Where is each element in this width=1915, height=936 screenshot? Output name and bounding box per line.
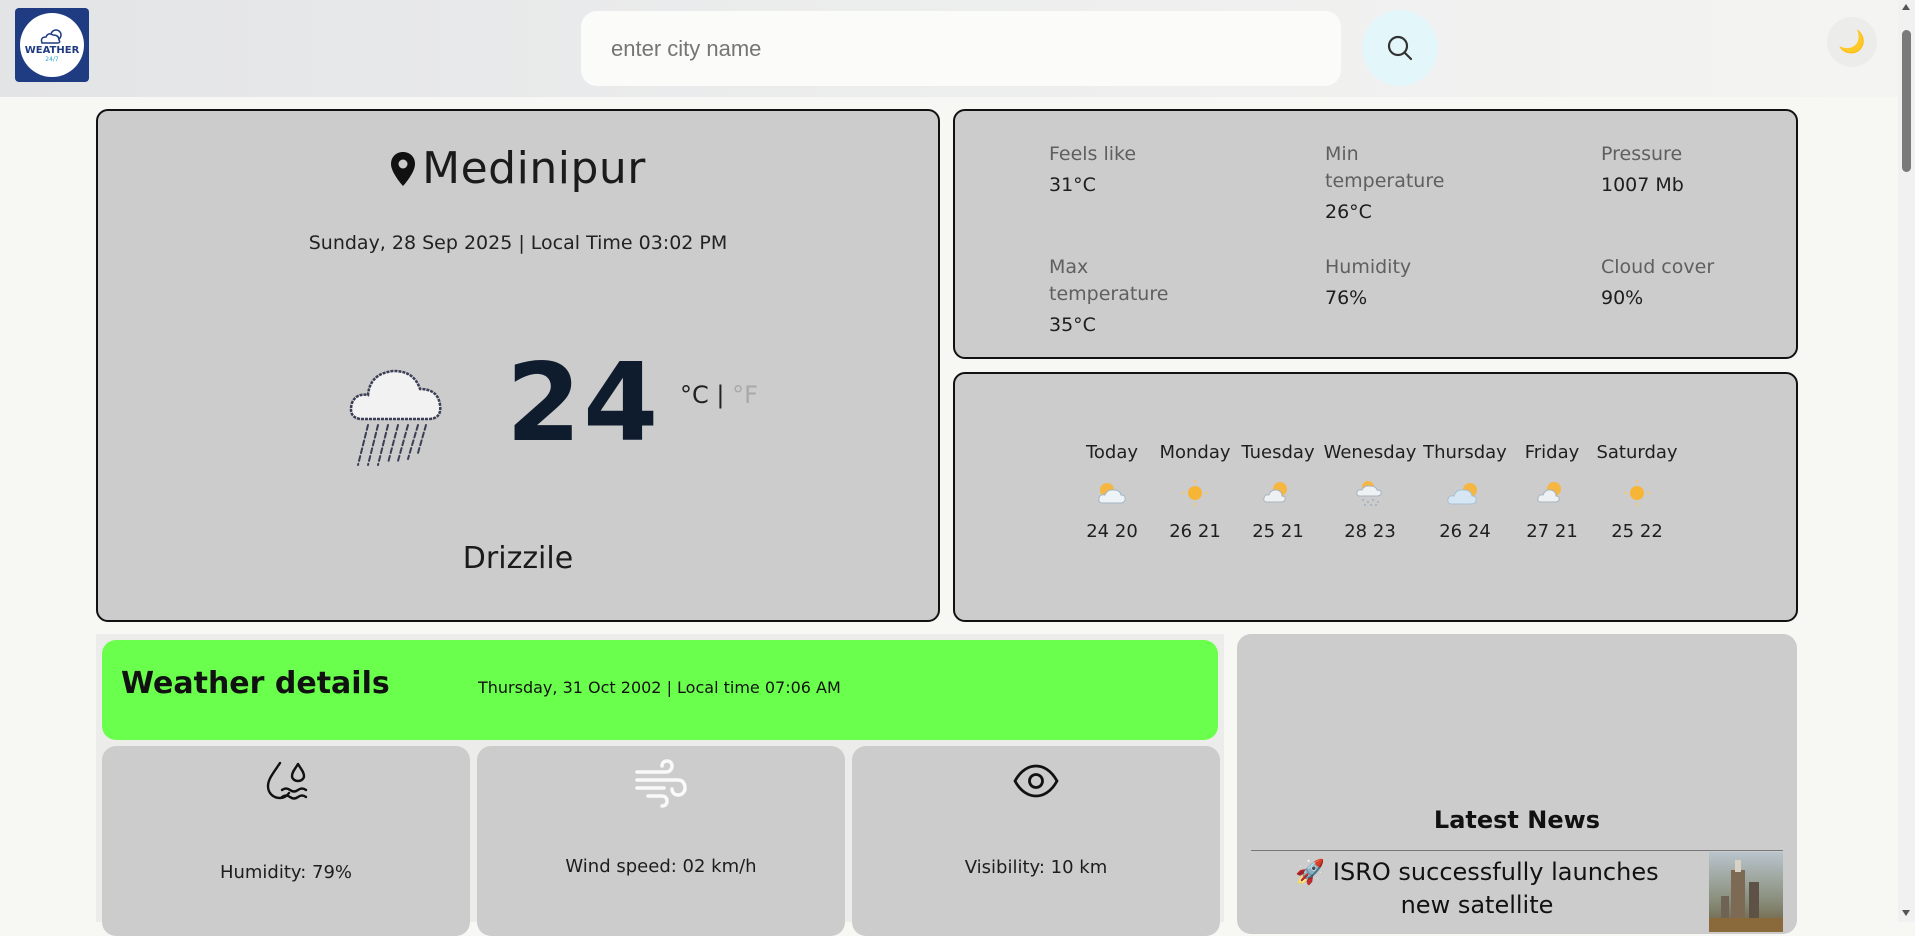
forecast-temps: 28 23 <box>1344 521 1396 542</box>
top-bar: WEATHER 24/7 🌙 <box>0 0 1898 97</box>
weather-details-header: Weather details Thursday, 31 Oct 2002 | … <box>102 640 1218 740</box>
eye-icon <box>852 764 1220 798</box>
stat-max-temperature: Max temperature 35°C <box>1049 254 1179 336</box>
search-button[interactable] <box>1362 10 1438 86</box>
forecast-day-name: Tuesday <box>1241 442 1315 463</box>
scroll-down-arrow-icon[interactable] <box>1902 910 1910 916</box>
weather-details-date: Thursday, 31 Oct 2002 | Local time 07:06… <box>478 678 841 697</box>
forecast-temps: 26 24 <box>1439 521 1491 542</box>
forecast-day: Thursday 26 24 <box>1415 442 1515 542</box>
visibility-detail-card: Visibility: 10 km <box>852 746 1220 936</box>
forecast-day-name: Thursday <box>1423 442 1507 463</box>
unit-celsius[interactable]: °C <box>680 381 709 409</box>
news-divider <box>1251 850 1783 851</box>
stat-value: 1007 Mb <box>1601 174 1684 196</box>
humidity-detail-text: Humidity: 79% <box>219 862 353 883</box>
cloud-rain-icon <box>346 359 456 478</box>
stat-label: Pressure <box>1601 143 1683 165</box>
search-icon <box>1387 35 1413 61</box>
theme-toggle-button[interactable]: 🌙 <box>1827 17 1877 67</box>
logo-badge: WEATHER 24/7 <box>20 13 84 77</box>
news-thumbnail[interactable] <box>1709 852 1783 932</box>
location-pin-icon <box>391 151 416 186</box>
wind-icon <box>477 758 845 808</box>
humidity-drop-icon <box>102 758 470 806</box>
current-date-time: Sunday, 28 Sep 2025 | Local Time 03:02 P… <box>308 232 728 254</box>
visibility-detail-text: Visibility: 10 km <box>964 857 1108 878</box>
weather-condition: Drizzile <box>462 541 574 576</box>
forecast-day-name: Wenesday <box>1323 442 1417 463</box>
stat-feels-like: Feels like 31°C <box>1049 141 1179 196</box>
weather-details-title: Weather details <box>121 666 390 701</box>
stat-value: 31°C <box>1049 174 1096 196</box>
logo-text: WEATHER <box>24 44 80 56</box>
weather-details-section: Weather details Thursday, 31 Oct 2002 | … <box>96 634 1224 936</box>
news-item[interactable]: 🚀 ISRO successfully launches new satelli… <box>1267 856 1687 922</box>
scrollbar-thumb[interactable] <box>1902 30 1911 172</box>
latest-news-card: Latest News 🚀 ISRO successfully launches… <box>1237 634 1797 934</box>
latest-news-title: Latest News <box>1433 806 1601 834</box>
stat-value: 76% <box>1325 287 1368 309</box>
rocket-icon: 🚀 <box>1295 858 1326 886</box>
snow-cloud-icon <box>1320 477 1420 509</box>
city-row: Medinipur <box>98 143 938 194</box>
humidity-detail-card: Humidity: 79% <box>102 746 470 936</box>
forecast-day-name: Saturday <box>1596 442 1678 463</box>
stat-label: Max temperature <box>1049 256 1169 305</box>
city-name: Medinipur <box>422 143 646 194</box>
cloud-sun-icon <box>1415 477 1515 509</box>
news-headline: ISRO successfully launches new satellite <box>1332 858 1659 919</box>
stat-value: 26°C <box>1325 201 1372 223</box>
stat-humidity: Humidity 76% <box>1325 254 1455 309</box>
forecast-day: Wenesday 28 23 <box>1320 442 1420 542</box>
stat-label: Feels like <box>1049 143 1137 165</box>
city-search-input[interactable] <box>581 11 1341 86</box>
logo-cloud-icon <box>40 28 62 44</box>
unit-fahrenheit[interactable]: °F <box>732 381 758 409</box>
app-logo[interactable]: WEATHER 24/7 <box>15 8 89 82</box>
current-weather-card: Medinipur Sunday, 28 Sep 2025 | Local Ti… <box>96 109 940 622</box>
unit-switch: °C | °F <box>680 381 758 409</box>
stat-pressure: Pressure 1007 Mb <box>1601 141 1731 196</box>
forecast-day: Saturday 25 22 <box>1587 442 1687 542</box>
stat-label: Humidity <box>1325 256 1412 278</box>
stat-value: 90% <box>1601 287 1644 309</box>
weekly-forecast-card: Today 24 20 Monday 26 21 Tuesday 25 21 W… <box>953 372 1798 622</box>
stat-value: 35°C <box>1049 314 1096 336</box>
forecast-temps: 25 22 <box>1611 521 1663 542</box>
forecast-day: Tuesday 25 21 <box>1228 442 1328 542</box>
sun-icon <box>1587 477 1687 509</box>
current-temperature: 24 <box>506 341 661 466</box>
stat-min-temperature: Min temperature 26°C <box>1325 141 1455 223</box>
sun-cloud-icon <box>1228 477 1328 509</box>
page-scrollbar[interactable] <box>1898 0 1915 922</box>
weather-stats-card: Feels like 31°C Min temperature 26°C Pre… <box>953 109 1798 359</box>
unit-separator: | <box>716 381 725 409</box>
logo-subtext: 24/7 <box>45 55 59 63</box>
wind-detail-text: Wind speed: 02 km/h <box>565 856 757 877</box>
moon-icon: 🌙 <box>1838 29 1866 55</box>
stat-cloud-cover: Cloud cover 90% <box>1601 254 1731 309</box>
stat-label: Min temperature <box>1325 143 1445 192</box>
wind-detail-card: Wind speed: 02 km/h <box>477 746 845 936</box>
stat-label: Cloud cover <box>1601 256 1715 278</box>
scroll-up-arrow-icon[interactable] <box>1902 4 1910 10</box>
forecast-temps: 25 21 <box>1252 521 1304 542</box>
